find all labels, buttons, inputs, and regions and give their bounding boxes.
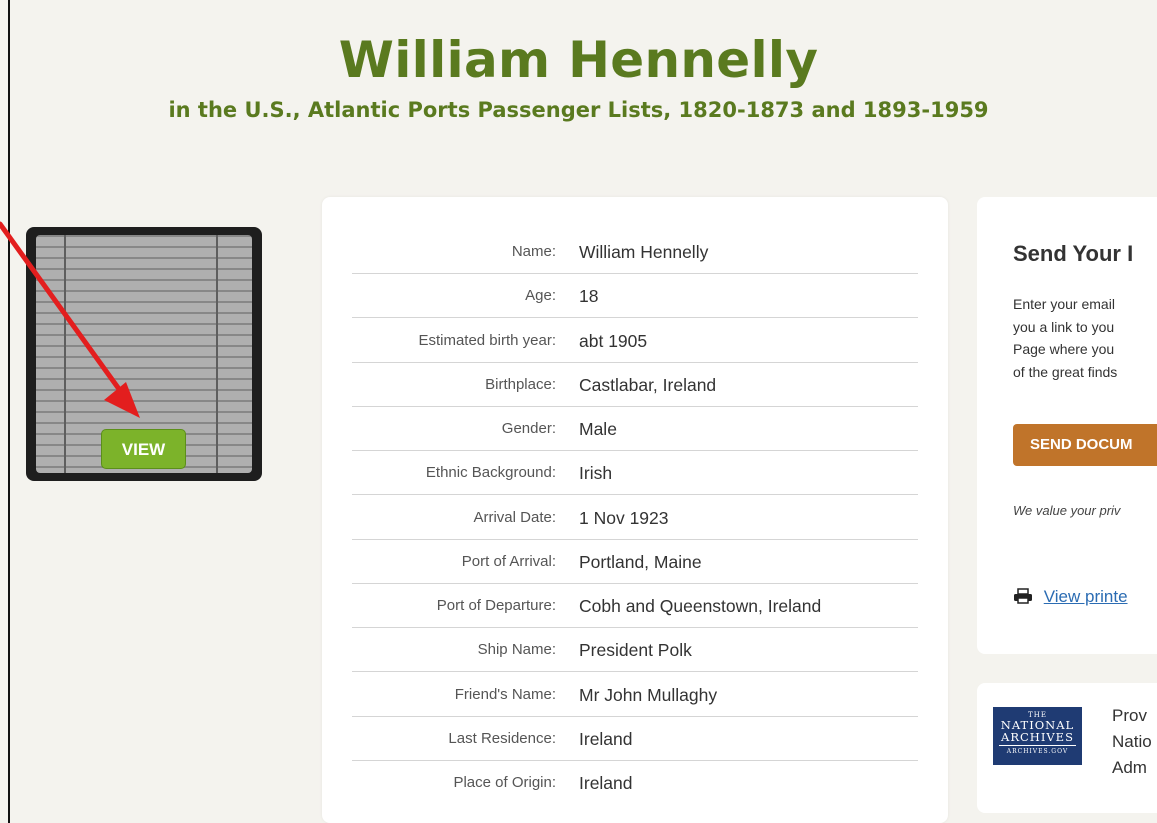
provider-text-line: Natio bbox=[1112, 732, 1152, 751]
record-field-value: Mr John Mullaghy bbox=[579, 684, 718, 705]
record-row: Place of Origin: Ireland bbox=[352, 761, 918, 805]
send-card-text-line: you a link to you bbox=[1013, 318, 1115, 335]
record-field-value: 18 bbox=[579, 286, 599, 307]
record-row: Port of Departure: Cobh and Queenstown, I… bbox=[352, 584, 918, 628]
record-row: Age: 18 bbox=[352, 274, 918, 319]
record-row: Ship Name: President Polk bbox=[352, 628, 918, 673]
privacy-note: We value your priv bbox=[1013, 503, 1121, 518]
record-field-value: Male bbox=[579, 419, 617, 439]
record-field-label: Port of Arrival: bbox=[461, 552, 556, 570]
send-document-button[interactable]: SEND DOCUM bbox=[1013, 424, 1157, 466]
collection-subtitle: in the U.S., Atlantic Ports Passenger Li… bbox=[168, 98, 989, 122]
send-card-text-line: Page where you bbox=[1013, 341, 1115, 357]
record-field-value: Ireland bbox=[579, 773, 633, 793]
printer-icon bbox=[1014, 588, 1032, 604]
view-printer-friendly-link[interactable]: View printe bbox=[1013, 587, 1128, 607]
record-field-label: Ethnic Background: bbox=[425, 464, 556, 482]
provider-card: THE NATIONAL ARCHIVES ARCHIVES.GOV Prov … bbox=[977, 683, 1157, 813]
provider-text-line: Adm bbox=[1112, 758, 1147, 777]
logo-text: ARCHIVES.GOV bbox=[999, 745, 1076, 755]
record-row: Port of Arrival: Portland, Maine bbox=[352, 540, 918, 584]
record-field-label: Gender: bbox=[501, 420, 556, 437]
page-title: William Hennelly bbox=[338, 31, 819, 89]
record-field-value: Portland, Maine bbox=[579, 551, 702, 572]
record-field-label: Name: bbox=[511, 243, 556, 260]
send-document-card: Send Your I Enter your email you a link … bbox=[977, 197, 1157, 654]
record-field-label: Arrival Date: bbox=[473, 508, 556, 526]
record-field-value: Castlabar, Ireland bbox=[579, 374, 717, 395]
record-field-value: William Hennelly bbox=[579, 242, 709, 262]
record-field-value: Irish bbox=[579, 463, 613, 484]
record-field-value: Cobh and Queenstown, Ireland bbox=[579, 596, 822, 616]
record-row: Estimated birth year: abt 1905 bbox=[352, 319, 918, 363]
send-card-text-line: of the great finds bbox=[1013, 363, 1118, 380]
provider-text-line: Prov bbox=[1112, 706, 1147, 725]
record-field-label: Ship Name: bbox=[477, 641, 556, 659]
provider-description: Prov Natio Adm bbox=[1112, 703, 1152, 781]
record-row: Last Residence: Ireland bbox=[352, 717, 918, 761]
national-archives-logo[interactable]: THE NATIONAL ARCHIVES ARCHIVES.GOV bbox=[993, 707, 1082, 765]
annotation-arrow bbox=[0, 221, 140, 418]
record-row: Ethnic Background: Irish bbox=[352, 451, 918, 496]
page-header: William Hennelly in the U.S., Atlantic P… bbox=[0, 0, 1157, 160]
record-field-label: Friend's Name: bbox=[454, 685, 556, 703]
send-card-description: Enter your email you a link to you Page … bbox=[1013, 293, 1117, 383]
print-link-label[interactable]: View printe bbox=[1044, 587, 1128, 606]
record-field-label: Birthplace: bbox=[485, 375, 556, 393]
record-row: Friend's Name: Mr John Mullaghy bbox=[352, 673, 918, 717]
record-row: Arrival Date: 1 Nov 1923 bbox=[352, 496, 918, 540]
record-field-value: President Polk bbox=[579, 640, 692, 661]
record-row: Birthplace: Castlabar, Ireland bbox=[352, 363, 918, 407]
record-field-label: Age: bbox=[525, 287, 556, 305]
record-field-value: 1 Nov 1923 bbox=[579, 507, 669, 528]
record-row: Gender: Male bbox=[352, 407, 918, 451]
send-card-text-line: Enter your email bbox=[1013, 296, 1115, 312]
record-field-label: Estimated birth year: bbox=[418, 331, 556, 349]
send-card-title: Send Your I bbox=[1013, 241, 1134, 266]
record-field-label: Place of Origin: bbox=[453, 774, 556, 791]
logo-text: ARCHIVES bbox=[1001, 730, 1074, 744]
record-field-label: Last Residence: bbox=[448, 729, 556, 747]
record-field-value: abt 1905 bbox=[579, 330, 648, 351]
record-row: Name: William Hennelly bbox=[352, 230, 918, 274]
record-field-label: Port of Departure: bbox=[436, 597, 556, 614]
record-field-value: Ireland bbox=[579, 728, 633, 749]
